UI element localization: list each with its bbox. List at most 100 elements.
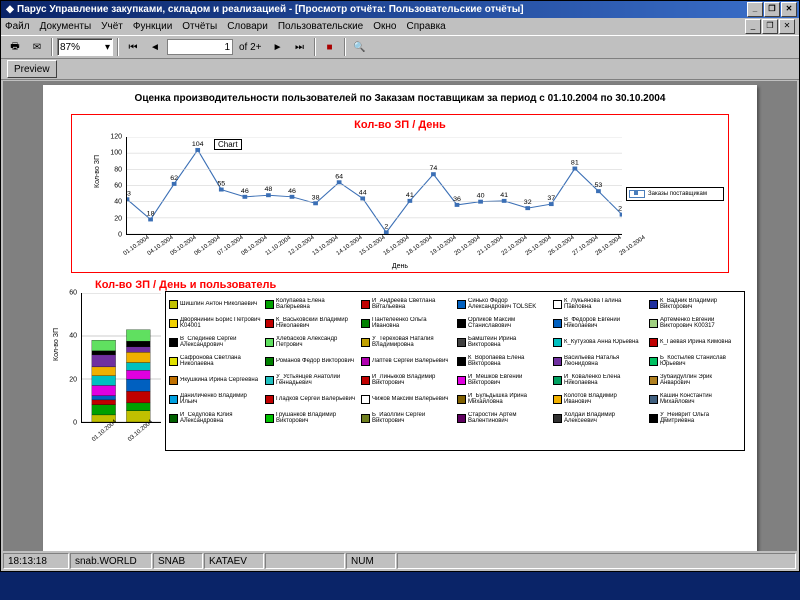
mdi-close-button[interactable]: ✕ [779,19,795,34]
last-page-icon[interactable]: ⏭ [290,37,310,57]
report-page: Оценка производительности пользователей … [43,85,757,551]
legend-swatch-icon [457,357,466,366]
legend-item: Бамштейн Ирина Викторовна [457,333,549,351]
legend-item: Васильева Наталья Леонидовна [553,352,645,370]
chart-1-legend: Заказы поставщикам [626,187,724,201]
legend-item: Холдай Владимир Алексеевич [553,409,645,427]
app-icon: ◆ [3,4,17,15]
legend-swatch-icon [169,319,178,328]
legend-item: К_Вадник Владимир Викторович [649,295,741,313]
svg-text:46: 46 [241,188,249,194]
legend-swatch-icon [649,376,658,385]
menu-user[interactable]: Пользовательские [278,21,363,32]
minimize-button[interactable]: _ [747,2,763,17]
legend-swatch-icon [265,319,274,328]
app-window: ◆ Парус Управление закупками, складом и … [0,0,800,572]
legend-item: Орликов Максим Станиславович [457,314,549,332]
legend-swatch-icon [361,319,370,328]
zoom-combo[interactable]: 87%▾ [57,38,113,56]
svg-text:2: 2 [384,224,388,230]
preview-tab[interactable]: Preview [7,60,57,78]
legend-swatch-icon [265,338,274,347]
legend-item: Гладков Сергей Валерьевич [265,390,357,408]
report-viewport[interactable]: Оценка производительности пользователей … [3,81,797,551]
legend-swatch-icon [265,357,274,366]
legend-swatch-icon [169,395,178,404]
menu-help[interactable]: Справка [407,21,446,32]
mdi-minimize-button[interactable]: _ [745,19,761,34]
legend-swatch-icon [265,376,274,385]
status-num: NUM [346,553,396,569]
legend-swatch-icon [361,300,370,309]
svg-text:104: 104 [192,141,204,147]
legend-item: Пантелеенко Ольга Ивановна [361,314,453,332]
legend-swatch-icon [649,338,658,347]
legend-item: Шишлин Антон Николаевич [169,295,261,313]
legend-swatch-icon [553,395,562,404]
chart-1-xlabel: День [78,263,722,270]
legend-swatch-icon [169,357,178,366]
legend-swatch-icon [361,395,370,404]
legend-item: Даниличенко Владимир Ильич [169,390,261,408]
print-icon[interactable]: 🖶 [5,37,25,57]
legend-swatch-icon [457,300,466,309]
legend-swatch-icon [169,338,178,347]
close-button[interactable]: ✕ [781,2,797,17]
legend-swatch-icon [169,300,178,309]
legend-swatch-icon [361,357,370,366]
legend-item: И_Линькков Владимир Викторович [361,371,453,389]
legend-item: Дворянинин Борис Петрович K04001 [169,314,261,332]
menu-documents[interactable]: Документы [40,21,92,32]
maximize-button[interactable]: ❐ [764,2,780,17]
menu-accounting[interactable]: Учёт [101,21,123,32]
export-icon[interactable]: ✉ [27,37,47,57]
mdi-maximize-button[interactable]: ❐ [762,19,778,34]
legend-item: У_Тереховая Наталия Владимировна [361,333,453,351]
chart-1: Кол-во ЗП / День Кол-во ЗП 0204060801001… [71,114,729,273]
legend-swatch-icon [649,395,658,404]
svg-text:46: 46 [288,188,296,194]
window-title: Парус Управление закупками, складом и ре… [17,4,747,15]
legend-item: Синько Федор Александрович TOLSEK [457,295,549,313]
legend-item: И_Мешков Евгений Викторович [457,371,549,389]
legend-swatch-icon [457,395,466,404]
legend-item: Грушанков Владимир Викторович [265,409,357,427]
menu-functions[interactable]: Функции [133,21,172,32]
legend-item: Кашин Константин Михайлович [649,390,741,408]
chart-2-legend: Шишлин Антон НиколаевичКолупаева Елена В… [165,291,745,451]
search-icon[interactable]: 🔍 [350,37,370,57]
menu-window[interactable]: Окно [373,21,396,32]
first-page-icon[interactable]: ⏮ [123,37,143,57]
legend-swatch-icon [361,338,370,347]
legend-swatch-icon [553,319,562,328]
legend-swatch-icon [553,376,562,385]
chart-2-title: Кол-во ЗП / День и пользователь [95,279,745,291]
svg-text:32: 32 [524,200,532,206]
menu-file[interactable]: Файл [5,21,30,32]
toolbar: 🖶 ✉ 87%▾ ⏮ ◄ of 2+ ► ⏭ ■ 🔍 [1,35,799,59]
prev-page-icon[interactable]: ◄ [145,37,165,57]
menu-dictionaries[interactable]: Словари [227,21,268,32]
svg-text:18: 18 [147,211,155,217]
status-time: 18:13:18 [3,553,69,569]
next-page-icon[interactable]: ► [268,37,288,57]
titlebar[interactable]: ◆ Парус Управление закупками, складом и … [1,1,799,18]
legend-swatch-icon [457,414,466,423]
taskbar[interactable] [0,572,800,600]
stop-icon[interactable]: ■ [320,37,340,57]
chart-annotation: Chart [214,139,242,150]
legend-item: И_Седулова Юлия Александровна [169,409,261,427]
legend-swatch-icon [457,338,466,347]
svg-text:81: 81 [571,160,579,166]
svg-text:48: 48 [265,187,273,193]
legend-swatch-icon [649,300,658,309]
menubar[interactable]: Файл Документы Учёт Функции Отчёты Слова… [1,18,799,35]
legend-item: Хлебасков Александр Петрович [265,333,357,351]
legend-item: Якушкина Ирина Сергеевна [169,371,261,389]
svg-text:41: 41 [500,192,508,198]
svg-text:41: 41 [406,192,414,198]
menu-reports[interactable]: Отчёты [182,21,217,32]
page-input[interactable] [167,39,233,55]
svg-text:40: 40 [477,193,485,199]
legend-swatch-icon [169,414,178,423]
